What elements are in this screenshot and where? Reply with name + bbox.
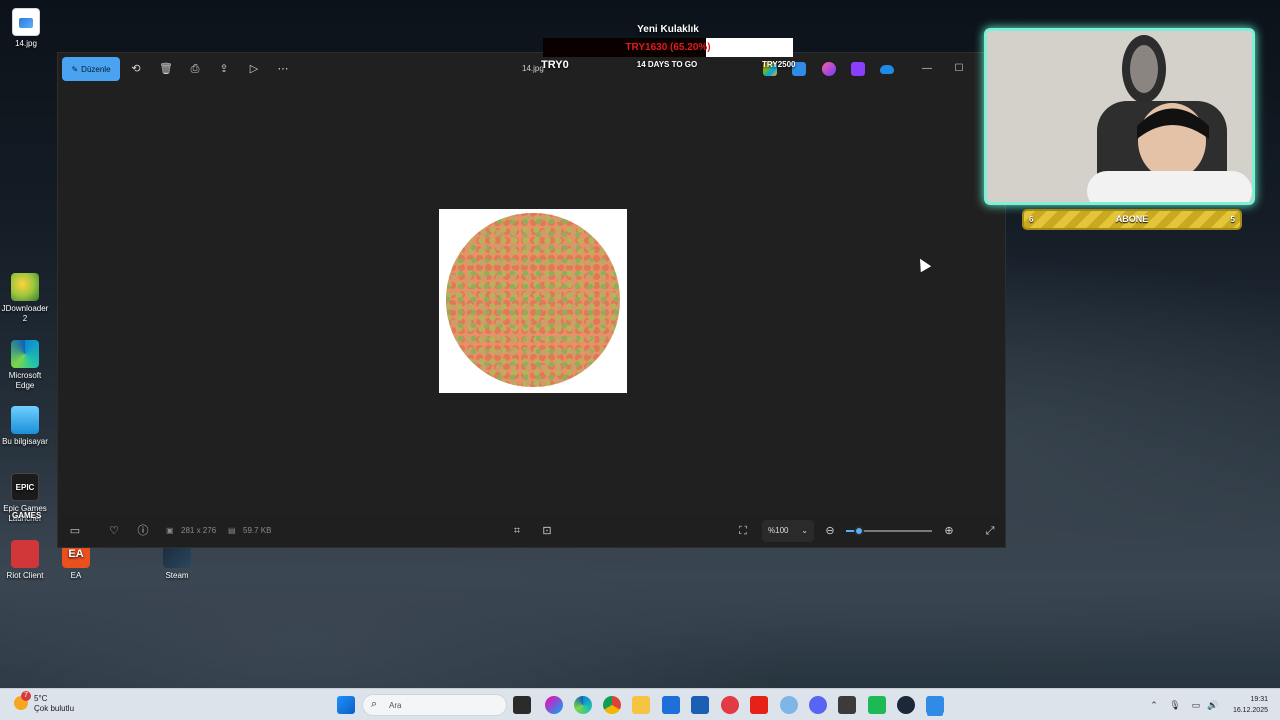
more-icon[interactable]: ⋯ [275,61,291,77]
desktop-icon-label: 14.jpg [15,39,37,48]
microphone-icon[interactable]: 🎙 [1168,698,1182,712]
donation-goal-title: Yeni Kulaklık [637,24,699,35]
file-size: 59.7 KB [243,526,272,535]
bottom-toolbar: ▭ ♡ ⓘ ▣ 281 x 276 ▤ 59.7 KB ⌗ ⊡ ⛶ %100 ⌄… [58,515,1005,547]
search-box[interactable]: ⌕ Ara [362,694,507,716]
notification-badge: 7 [21,691,31,701]
desktop-icon-epic[interactable]: EPIC GAMES Epic Games Launcher [0,473,51,524]
subscriber-label: ABONE [1115,214,1149,224]
text-scan-icon[interactable]: ⊡ [539,523,555,539]
dimensions-icon: ▣ [166,526,174,535]
weather-widget[interactable]: 7 5°C Çok bulutlu [14,691,74,714]
slideshow-icon[interactable]: ▷ [246,61,262,77]
fit-to-window-icon[interactable]: ⛶ [735,523,751,539]
desktop-icon-label: Riot Client [6,571,44,580]
fullscreen-icon[interactable]: ⤢ [982,523,998,539]
zoom-slider[interactable] [846,526,932,536]
desktop-icon-label: Steam [165,571,189,580]
opera-icon[interactable] [721,696,739,714]
print-icon[interactable]: ⎙ [187,61,203,77]
youtube-icon[interactable] [750,696,768,714]
edge-icon [11,340,39,368]
clipchamp-icon[interactable] [851,62,865,76]
chevron-down-icon: ⌄ [801,526,808,535]
zoom-in-icon[interactable]: ⊕ [941,523,957,539]
edge-taskbar-icon[interactable] [574,696,592,714]
display-icon[interactable]: ▭ [1189,698,1203,712]
filmstrip-icon[interactable]: ▭ [67,523,83,539]
trash-icon[interactable]: 🗑 [158,61,174,77]
computer-icon [11,406,39,434]
zoom-value: %100 [768,526,789,535]
search-icon: ⌕ [371,698,378,710]
start-button[interactable] [337,696,355,714]
desktop-icon-label: EA [70,571,82,580]
webcam-feed [987,31,1252,202]
file-size-icon: ▤ [228,526,236,535]
desktop-icon-label: Microsoft Edge [8,371,42,390]
visual-search-icon[interactable]: ⌗ [509,523,525,539]
discord-icon[interactable] [809,696,827,714]
chrome-icon[interactable] [603,696,621,714]
onedrive-icon[interactable] [880,65,894,74]
donation-goal-start: TRY0 [541,59,569,71]
game-app-icon[interactable] [868,696,886,714]
outlook-icon[interactable] [691,696,709,714]
share-icon[interactable]: ⇪ [216,61,232,77]
donation-goal-target: TRY2500 [762,60,796,69]
desktop-icon-jdownloader[interactable]: JDownloader 2 [0,273,51,324]
epic-games-icon: EPIC GAMES [11,473,41,520]
title-bar: ✎ Düzenle ⟲ 🗑 ⎙ ⇪ ▷ ⋯ 14.jpg — ☐ [58,53,1005,85]
color-blind-test-plate [446,213,620,387]
edit-label: Düzenle [81,64,111,74]
clock-time: 19:31 [1250,696,1268,703]
image-dimensions: 281 x 276 [181,526,217,535]
volume-icon[interactable]: 🔊 [1206,698,1220,712]
webcam-overlay [984,28,1255,205]
zoom-slider-thumb[interactable] [853,526,864,536]
desktop-icon-label: Bu bilgisayar [2,437,48,446]
desktop-icon-14jpg[interactable]: 14.jpg [0,8,52,49]
chevron-up-icon[interactable]: ⌃ [1147,698,1161,712]
donation-goal-days: 14 DAYS TO GO [636,60,698,69]
store-icon[interactable] [662,696,680,714]
riot-client-icon [11,540,39,568]
clock[interactable]: 19:31 16.12.2025 [1224,694,1268,716]
zoom-out-icon[interactable]: ⊖ [822,523,838,539]
photos-window: ✎ Düzenle ⟲ 🗑 ⎙ ⇪ ▷ ⋯ 14.jpg — ☐ ▭ ♡ ⓘ ▣… [57,52,1006,548]
photos-taskbar-icon[interactable] [926,696,944,714]
notepad-icon[interactable] [838,696,856,714]
donation-goal-bar: TRY1630 (65.20%) [543,38,793,57]
designer-icon[interactable] [822,62,836,76]
settings-icon[interactable] [780,696,798,714]
desktop-icon-edge[interactable]: Microsoft Edge [0,340,51,391]
pencil-icon: ✎ [71,64,79,74]
zoom-select[interactable]: %100 ⌄ [762,520,814,542]
search-placeholder: Ara [389,701,402,710]
taskbar: 7 5°C Çok bulutlu ⌕ Ara ⌃ 🎙 ▭ 🔊 19:31 16… [0,688,1280,720]
clock-date: 16.12.2025 [1232,707,1268,714]
donation-goal-progress: TRY1630 (65.20%) [625,42,711,53]
maximize-icon[interactable]: ☐ [951,61,967,77]
edit-button[interactable]: ✎ Düzenle [62,57,120,81]
desktop-icon-this-pc[interactable]: Bu bilgisayar [0,406,51,447]
task-view-icon[interactable] [513,696,531,714]
info-icon[interactable]: ⓘ [135,523,151,539]
copilot-icon[interactable] [545,696,563,714]
desktop-icon-riot[interactable]: Riot Client [0,540,51,581]
steam-taskbar-icon[interactable] [897,696,915,714]
subscriber-target: 5 [1230,215,1235,224]
heart-icon[interactable]: ♡ [106,523,122,539]
minimize-icon[interactable]: — [919,61,935,77]
rotate-icon[interactable]: ⟲ [128,61,144,77]
image-file-icon [12,8,40,36]
subscriber-goal-bar: 6 ABONE 5 [1022,209,1242,230]
file-explorer-icon[interactable] [632,696,650,714]
displayed-image [439,209,627,393]
desktop-icon-label: JDownloader 2 [1,304,49,323]
jdownloader-icon [11,273,39,301]
